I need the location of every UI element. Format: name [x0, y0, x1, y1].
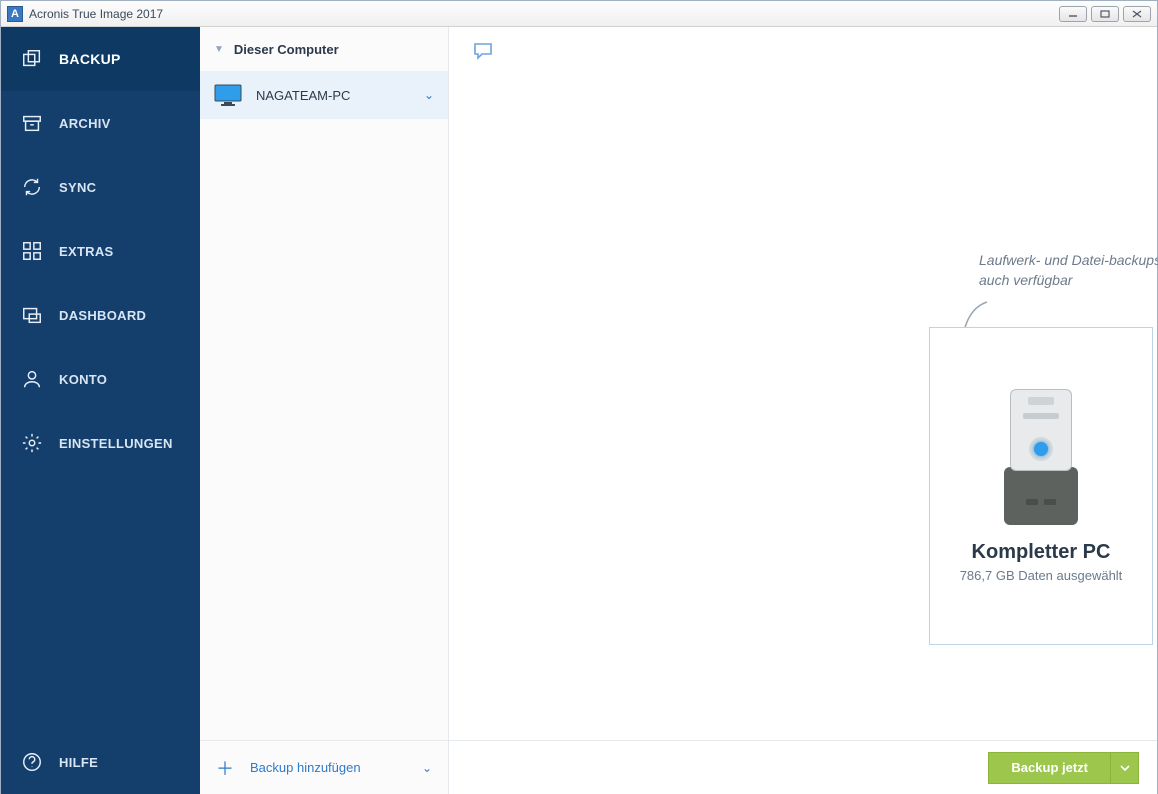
sidebar-item-dashboard[interactable]: DASHBOARD [1, 283, 200, 347]
window-minimize-button[interactable] [1059, 6, 1087, 22]
plus-icon: ＋ [216, 755, 234, 781]
source-card-subtitle: 786,7 GB Daten ausgewählt [960, 568, 1123, 583]
sidebar: BACKUP ARCHIV SYNC EXTRAS DASHBOARD [1, 27, 200, 794]
pc-tower-icon [1004, 389, 1078, 525]
user-icon [21, 368, 43, 390]
window-maximize-button[interactable] [1091, 6, 1119, 22]
sidebar-item-label: EINSTELLUNGEN [59, 436, 173, 451]
main-area: Laufwerk- und Datei-backups sind auch ve… [449, 27, 1157, 794]
backup-now-label: Backup jetzt [989, 760, 1110, 775]
window-close-button[interactable] [1123, 6, 1151, 22]
backup-source-card[interactable]: Kompletter PC 786,7 GB Daten ausgewählt [929, 327, 1153, 645]
action-bar: Backup jetzt [449, 740, 1157, 794]
device-name: NAGATEAM-PC [256, 88, 410, 103]
backup-now-dropdown[interactable] [1110, 753, 1138, 783]
backup-now-button[interactable]: Backup jetzt [988, 752, 1139, 784]
grid-icon [21, 240, 43, 262]
sidebar-item-hilfe[interactable]: HILFE [1, 730, 200, 794]
device-group-label: Dieser Computer [234, 42, 339, 57]
sidebar-item-einstellungen[interactable]: EINSTELLUNGEN [1, 411, 200, 475]
backup-hint-text: Laufwerk- und Datei-backups sind auch ve… [979, 251, 1158, 291]
dashboard-icon [21, 304, 43, 326]
chevron-down-icon[interactable]: ⌄ [424, 88, 434, 102]
device-group-header[interactable]: ▼ Dieser Computer [200, 27, 448, 71]
sidebar-item-sync[interactable]: SYNC [1, 155, 200, 219]
sidebar-item-backup[interactable]: BACKUP [1, 27, 200, 91]
sidebar-item-label: ARCHIV [59, 116, 111, 131]
add-backup-label: Backup hinzufügen [250, 760, 406, 775]
device-panel: ▼ Dieser Computer NAGATEAM-PC ⌄ ＋ Backup… [200, 27, 449, 794]
sidebar-item-label: KONTO [59, 372, 107, 387]
monitor-icon [214, 84, 242, 106]
app-icon: A [7, 6, 23, 22]
archive-icon [21, 112, 43, 134]
caret-down-icon: ▼ [214, 44, 224, 55]
gear-icon [21, 432, 43, 454]
sidebar-item-konto[interactable]: KONTO [1, 347, 200, 411]
help-icon [21, 751, 43, 773]
sidebar-item-label: EXTRAS [59, 244, 114, 259]
sidebar-item-label: DASHBOARD [59, 308, 146, 323]
backup-icon [21, 48, 43, 70]
sidebar-item-label: BACKUP [59, 51, 121, 67]
sidebar-item-label: SYNC [59, 180, 96, 195]
window-title: Acronis True Image 2017 [29, 7, 1059, 21]
sidebar-item-archiv[interactable]: ARCHIV [1, 91, 200, 155]
sidebar-item-extras[interactable]: EXTRAS [1, 219, 200, 283]
window-titlebar: A Acronis True Image 2017 [1, 1, 1157, 27]
source-card-title: Kompletter PC [972, 541, 1111, 564]
sync-icon [21, 176, 43, 198]
sidebar-item-label: HILFE [59, 755, 98, 770]
device-item[interactable]: NAGATEAM-PC ⌄ [200, 71, 448, 119]
comment-icon[interactable] [473, 42, 493, 65]
add-backup-button[interactable]: ＋ Backup hinzufügen ⌄ [200, 740, 448, 794]
chevron-down-icon[interactable]: ⌄ [422, 761, 432, 775]
